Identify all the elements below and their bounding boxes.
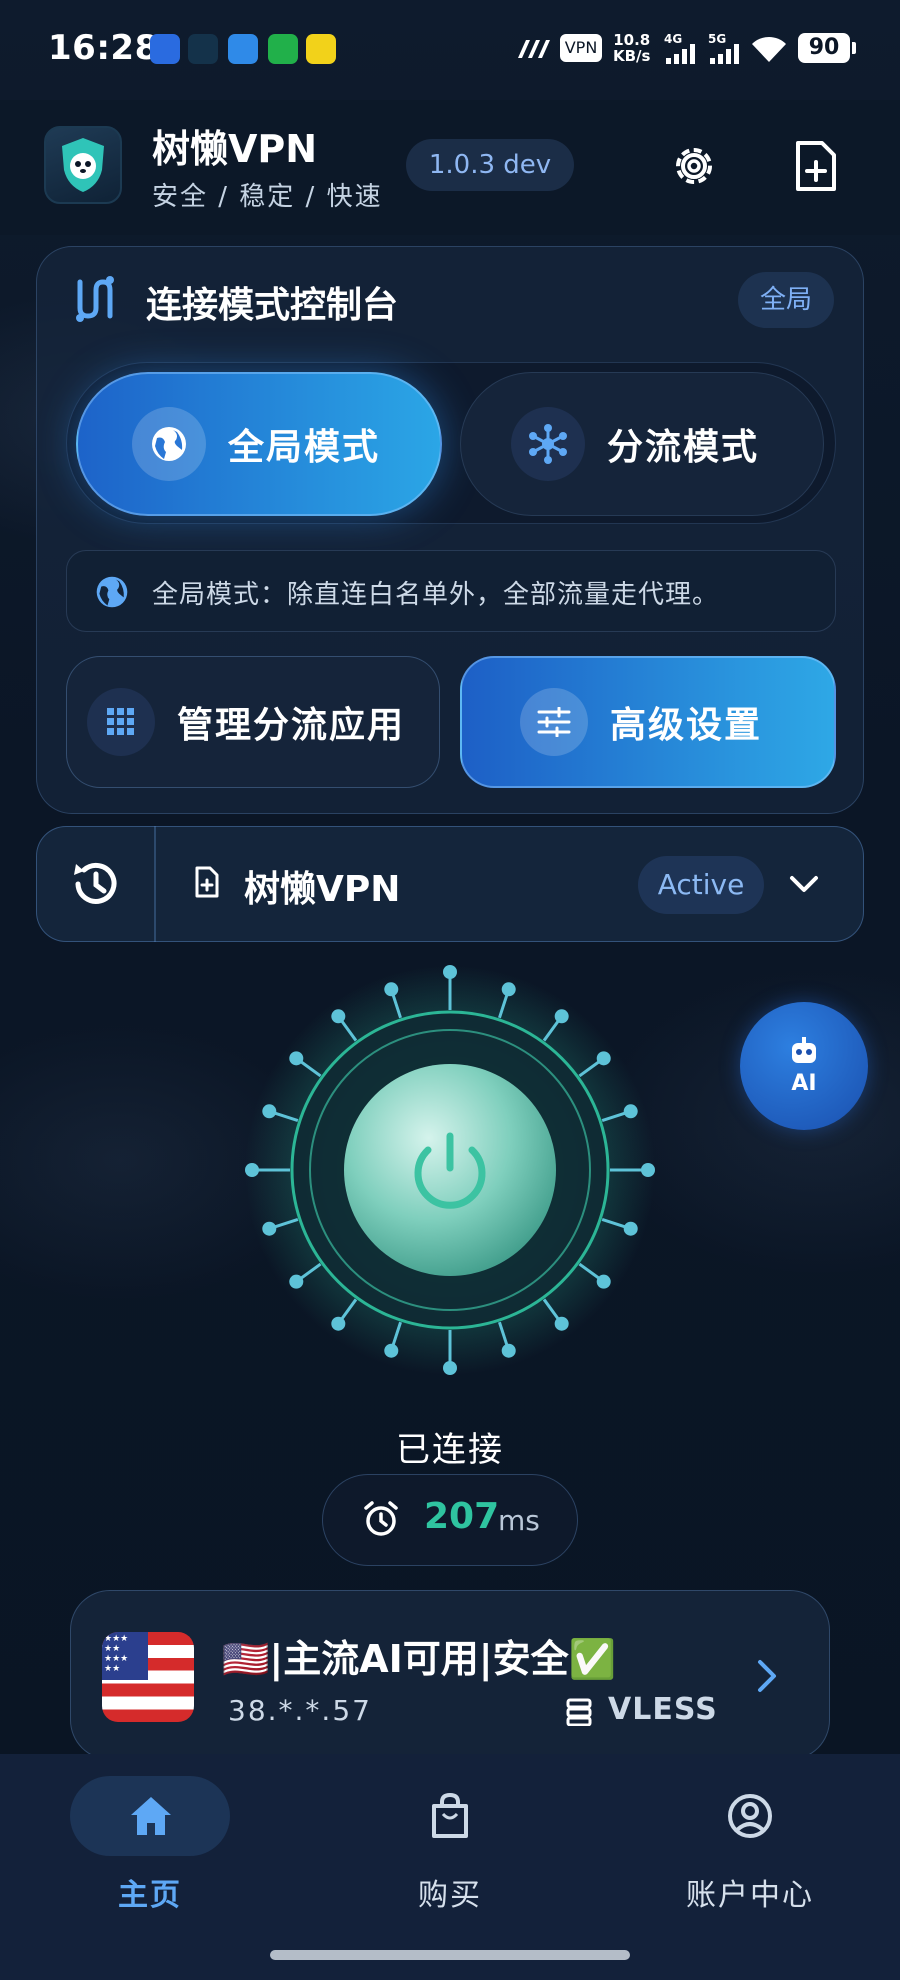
battery-indicator: 90 xyxy=(798,33,856,63)
app-name: 树懒VPN xyxy=(152,127,318,171)
server-protocol: VLESS xyxy=(608,1692,718,1727)
data-saver-icon xyxy=(518,40,550,58)
wechat-icon xyxy=(268,34,298,64)
robot-icon xyxy=(792,1036,816,1063)
connection-status: 已连接 xyxy=(396,1430,504,1470)
chevron-right-icon xyxy=(758,1660,776,1692)
shopping-bag-icon xyxy=(432,1792,468,1838)
import-config-button[interactable] xyxy=(785,136,845,196)
nav-item-purchase[interactable]: 购买 xyxy=(350,1776,550,1916)
power-ring-dot xyxy=(443,1361,457,1375)
mode-split-button[interactable]: 分流模式 xyxy=(460,372,824,516)
latency-unit: ms xyxy=(498,1504,540,1537)
advanced-settings-label: 高级设置 xyxy=(610,705,763,746)
mode-split-label: 分流模式 xyxy=(607,427,760,468)
chevron-down-icon[interactable] xyxy=(786,870,822,898)
profile-status-badge: Active xyxy=(638,856,764,914)
status-time: 16:28 xyxy=(48,28,159,68)
nav-purchase-label: 购买 xyxy=(418,1878,482,1913)
notification-app-icon xyxy=(188,34,218,64)
console-title: 连接模式控制台 xyxy=(146,285,399,326)
power-ring-dot xyxy=(554,1316,569,1331)
ai-label: AI xyxy=(791,1070,817,1096)
power-ring-dot xyxy=(554,1009,569,1024)
nav-account-label: 账户中心 xyxy=(686,1878,814,1913)
power-button[interactable] xyxy=(240,960,660,1380)
power-ring-dot xyxy=(262,1104,277,1119)
power-ring-dot xyxy=(596,1274,611,1289)
signal-icon xyxy=(666,44,695,64)
power-ring-dot xyxy=(262,1221,277,1236)
power-ring-dot xyxy=(501,982,516,997)
manage-split-apps-label: 管理分流应用 xyxy=(177,705,406,746)
app-tagline: 安全 / 稳定 / 快速 xyxy=(152,182,383,212)
route-icon xyxy=(76,276,114,322)
server-name: 🇺🇸|主流AI可用|安全✅ xyxy=(222,1637,616,1681)
notification-app-icon xyxy=(228,34,258,64)
latency-value: 207 xyxy=(424,1496,500,1537)
mode-global-button[interactable]: 全局模式 xyxy=(76,372,442,516)
server-ip: 38.*.*.57 xyxy=(228,1694,372,1727)
globe-icon xyxy=(132,407,206,481)
apps-grid-icon xyxy=(87,688,155,756)
settings-button[interactable] xyxy=(664,136,724,196)
ai-assistant-button[interactable]: AI xyxy=(740,1002,868,1130)
us-flag-icon: ★★★ ★★ ★★★ ★★ xyxy=(102,1632,194,1722)
wifi-icon xyxy=(752,36,786,62)
vpn-indicator: VPN xyxy=(560,34,602,62)
history-icon xyxy=(74,862,117,904)
home-icon xyxy=(131,1797,171,1835)
sliders-icon xyxy=(520,688,588,756)
server-stack-icon xyxy=(566,1698,592,1726)
nav-home-label: 主页 xyxy=(118,1878,182,1913)
power-ring-dot xyxy=(331,1009,346,1024)
power-ring-dot xyxy=(596,1051,611,1066)
power-ring-dot xyxy=(623,1104,638,1119)
power-ring-dot xyxy=(331,1316,346,1331)
power-ring-dot xyxy=(641,1163,655,1177)
power-ring-dot xyxy=(289,1274,304,1289)
power-ring-dot xyxy=(623,1221,638,1236)
system-home-indicator[interactable] xyxy=(270,1950,630,1960)
globe-icon xyxy=(96,576,128,608)
nav-item-account[interactable]: 账户中心 xyxy=(650,1776,850,1916)
app-logo xyxy=(44,126,122,204)
user-circle-icon xyxy=(728,1794,772,1838)
profile-divider xyxy=(154,826,156,942)
alarm-clock-icon xyxy=(364,1501,398,1536)
add-file-icon xyxy=(796,141,836,191)
power-ring-dot xyxy=(443,965,457,979)
power-ring-dot xyxy=(245,1163,259,1177)
power-ring-dot xyxy=(384,1343,399,1358)
power-ring-dot xyxy=(289,1051,304,1066)
notification-app-icon xyxy=(306,34,336,64)
signal-icon xyxy=(710,44,739,64)
power-ring-dot xyxy=(384,982,399,997)
nav-item-home[interactable]: 主页 xyxy=(50,1776,250,1916)
notification-app-icon xyxy=(150,34,180,64)
current-mode-badge: 全局 xyxy=(738,272,834,328)
power-ring-dot xyxy=(501,1343,516,1358)
manage-split-apps-button[interactable]: 管理分流应用 xyxy=(66,656,440,788)
gear-icon xyxy=(676,148,712,184)
profile-name: 树懒VPN xyxy=(244,869,401,910)
mode-description: 全局模式：除直连白名单外，全部流量走代理。 xyxy=(152,580,720,610)
history-refresh-button[interactable] xyxy=(68,856,124,912)
advanced-settings-button[interactable]: 高级设置 xyxy=(460,656,836,788)
network-speed: 10.8 KB/s xyxy=(613,31,651,65)
network-nodes-icon xyxy=(511,407,585,481)
status-bar: 16:28 VPN 10.8 KB/s 4G 5G 90 xyxy=(0,0,900,100)
file-icon xyxy=(195,866,219,898)
mode-global-label: 全局模式 xyxy=(228,427,381,468)
version-badge: 1.0.3 dev xyxy=(406,139,574,191)
